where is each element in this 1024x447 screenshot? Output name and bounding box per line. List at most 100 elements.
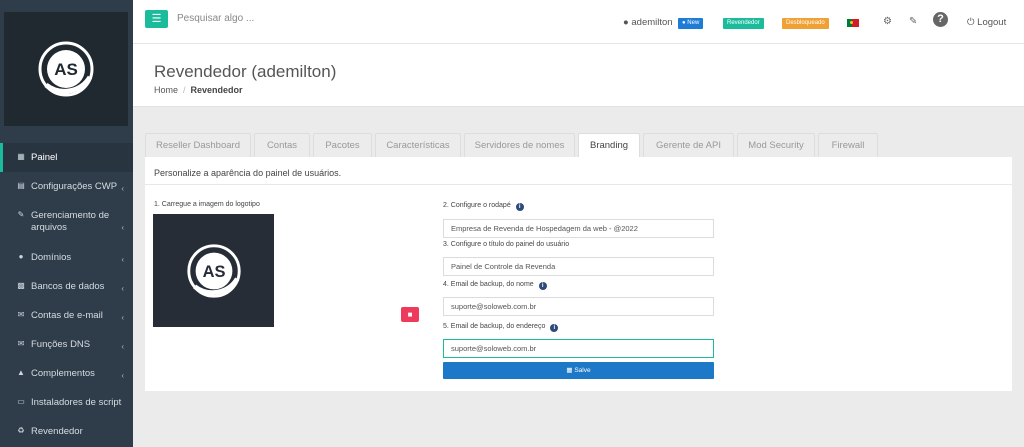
breadcrumb-current: Revendedor xyxy=(190,85,243,95)
logout-button[interactable]: ⏻ Logout xyxy=(967,17,1006,28)
portugal-flag-icon[interactable] xyxy=(847,19,859,27)
chevron-left-icon: ‹ xyxy=(121,342,124,351)
bank-icon: ▲ xyxy=(17,368,25,377)
logo-upload-label: 1. Carregue a imagem do logotipo xyxy=(154,201,260,208)
new-badge-label: New xyxy=(687,20,700,26)
menu-toggle-button[interactable]: ☰ xyxy=(145,10,168,28)
sidebar-item-label: Complementos xyxy=(31,368,95,379)
tab-mod-security[interactable]: Mod Security xyxy=(737,133,815,157)
page-header: Revendedor (ademilton) Home / Revendedor xyxy=(133,44,1024,107)
sidebar-item-dominios[interactable]: ● Domínios ‹ xyxy=(0,243,133,272)
breadcrumb: Home / Revendedor xyxy=(154,85,243,95)
envelope-icon: ✉ xyxy=(17,339,25,348)
chevron-left-icon: ‹ xyxy=(121,255,124,264)
sidebar-logo[interactable]: AS xyxy=(4,12,128,126)
logo-text: AS xyxy=(54,60,78,79)
sidebar-item-label: Painel xyxy=(31,152,58,163)
topbar: ☰ ● ademilton ● New Revendedor Desbloque… xyxy=(133,0,1024,44)
logo-icon: AS xyxy=(38,41,94,97)
sidebar-item-revendedor[interactable]: ♻ Revendedor xyxy=(0,417,133,446)
footer-label-text: 2. Configure o rodapé xyxy=(443,202,511,209)
chevron-left-icon: ‹ xyxy=(121,284,124,293)
chevron-left-icon: ‹ xyxy=(121,371,124,380)
chevron-left-icon: ‹ xyxy=(121,223,124,232)
tab-servidores-de-nomes[interactable]: Servidores de nomes xyxy=(464,133,575,157)
logo-icon: AS xyxy=(186,243,241,298)
save-button[interactable]: ▦ Salve xyxy=(443,362,714,379)
backup-name-label-text: 4. Email de backup, do nome xyxy=(443,281,534,288)
reseller-badge: Revendedor xyxy=(723,18,764,29)
tab-pacotes[interactable]: Pacotes xyxy=(313,133,372,157)
sidebar-item-complementos[interactable]: ▲ Complementos ‹ xyxy=(0,359,133,388)
backup-name-label: 4. Email de backup, do nome i xyxy=(443,281,547,290)
footer-label: 2. Configure o rodapé i xyxy=(443,202,524,211)
info-icon[interactable]: i xyxy=(538,282,547,290)
chart-icon: ▤ xyxy=(17,181,25,190)
globe-icon: ● xyxy=(18,252,24,261)
gears-icon[interactable]: ⚙ xyxy=(883,16,892,27)
sidebar-item-gerenciamento-arquivos[interactable]: ✎ Gerenciamento de arquivos ‹ xyxy=(0,201,133,243)
footer-input[interactable] xyxy=(443,219,714,238)
branding-panel: Personalize a aparência do painel de usu… xyxy=(145,157,1012,391)
backup-name-input[interactable] xyxy=(443,297,714,316)
panel-header: Personalize a aparência do painel de usu… xyxy=(145,157,1012,185)
breadcrumb-separator: / xyxy=(183,85,186,95)
monitor-icon: ▭ xyxy=(17,397,25,406)
sidebar-item-bancos-de-dados[interactable]: ▩ Bancos de dados ‹ xyxy=(0,272,133,301)
sidebar-item-label: Contas de e-mail xyxy=(31,310,103,321)
new-badge[interactable]: ● New xyxy=(678,18,704,29)
search-input[interactable] xyxy=(177,13,377,24)
tab-reseller-dashboard[interactable]: Reseller Dashboard xyxy=(145,133,251,157)
hamburger-icon: ☰ xyxy=(151,13,162,25)
sidebar-item-label: Domínios xyxy=(31,252,72,263)
chevron-left-icon: ‹ xyxy=(121,184,124,193)
username: ademilton xyxy=(631,17,673,28)
tab-gerente-de-api[interactable]: Gerente de API xyxy=(643,133,734,157)
sidebar-item-label: Instaladores de script xyxy=(31,397,122,408)
user-menu[interactable]: ● ademilton xyxy=(623,17,673,28)
sidebar-item-label: Funções DNS xyxy=(31,339,91,350)
delete-logo-button[interactable]: ■ xyxy=(401,307,419,322)
sidebar-item-instaladores-script[interactable]: ▭ Instaladores de script xyxy=(0,388,133,417)
sidebar-item-label: Gerenciamento de arquivos xyxy=(31,210,110,233)
sidebar-item-configuracoes-cwp[interactable]: ▤ Configurações CWP ‹ xyxy=(0,172,133,201)
page-title: Revendedor (ademilton) xyxy=(154,62,337,81)
breadcrumb-home[interactable]: Home xyxy=(154,85,178,95)
bell-icon: ● xyxy=(682,20,686,26)
unlocked-badge: Desbloqueado xyxy=(782,18,829,29)
backup-address-input[interactable] xyxy=(443,339,714,358)
power-icon: ⏻ xyxy=(967,17,975,28)
recycle-icon: ♻ xyxy=(17,426,25,435)
sidebar-nav: ▦ Painel ▤ Configurações CWP ‹ ✎ Gerenci… xyxy=(0,143,133,446)
tab-contas[interactable]: Contas xyxy=(254,133,310,157)
floppy-icon: ▦ xyxy=(566,367,573,374)
sidebar-item-funcoes-dns[interactable]: ✉ Funções DNS ‹ xyxy=(0,330,133,359)
info-icon[interactable]: i xyxy=(515,203,524,211)
panel-title-input[interactable] xyxy=(443,257,714,276)
database-icon: ▩ xyxy=(17,281,25,290)
logout-label: Logout xyxy=(977,17,1007,28)
chevron-left-icon: ‹ xyxy=(121,313,124,322)
sidebar-item-label: Bancos de dados xyxy=(31,281,105,292)
sidebar-item-painel[interactable]: ▦ Painel xyxy=(0,143,133,172)
tab-branding[interactable]: Branding xyxy=(578,133,640,158)
tab-caracteristicas[interactable]: Características xyxy=(375,133,461,157)
grid-icon: ▦ xyxy=(17,152,25,161)
tab-firewall[interactable]: Firewall xyxy=(818,133,878,157)
user-icon: ● xyxy=(623,17,629,28)
brush-icon[interactable]: ✎ xyxy=(909,16,917,27)
help-icon[interactable]: ? xyxy=(933,12,948,27)
panel-description: Personalize a aparência do painel de usu… xyxy=(154,168,342,178)
envelope-icon: ✉ xyxy=(17,310,25,319)
logo-upload-preview[interactable]: AS xyxy=(153,214,274,327)
edit-icon: ✎ xyxy=(17,210,25,219)
save-button-label: Salve xyxy=(574,367,591,374)
info-icon[interactable]: i xyxy=(550,324,559,332)
panel-title-label: 3. Configure o título do painel do usuár… xyxy=(443,241,570,248)
backup-address-label: 5. Email de backup, do endereço i xyxy=(443,323,559,332)
sidebar-item-label: Revendedor xyxy=(31,426,83,437)
sidebar: AS ▦ Painel ▤ Configurações CWP ‹ ✎ Gere… xyxy=(0,0,133,447)
trash-icon: ■ xyxy=(407,310,413,319)
sidebar-item-label: Configurações CWP xyxy=(31,181,118,192)
sidebar-item-contas-email[interactable]: ✉ Contas de e-mail ‹ xyxy=(0,301,133,330)
